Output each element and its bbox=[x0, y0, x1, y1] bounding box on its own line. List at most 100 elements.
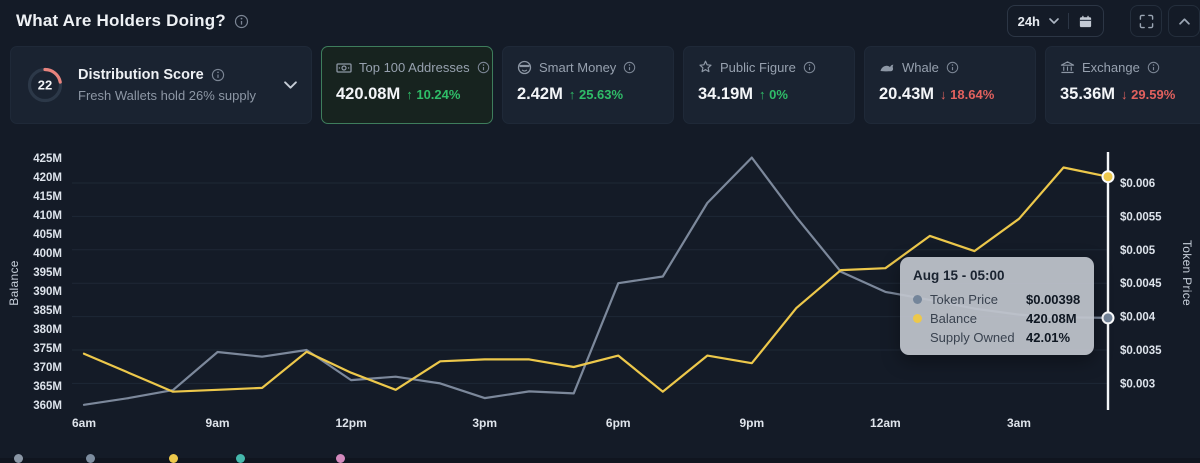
header-controls: 24h bbox=[1006, 5, 1200, 37]
info-icon[interactable] bbox=[946, 61, 959, 74]
arrow-down-icon: ↓ bbox=[940, 87, 947, 102]
score-gauge: 22 bbox=[27, 67, 63, 103]
money-icon bbox=[336, 61, 352, 75]
fullscreen-button[interactable] bbox=[1130, 5, 1162, 37]
chevron-down-icon bbox=[1049, 18, 1059, 24]
metric-label: Whale bbox=[902, 60, 939, 75]
crosshair-dot-balance bbox=[1101, 170, 1115, 184]
left-axis-tick: 370M bbox=[33, 362, 62, 374]
tooltip-value: 42.01% bbox=[1026, 330, 1071, 345]
token-price-axis-title: Token Price bbox=[1180, 240, 1194, 306]
legend-dot[interactable] bbox=[169, 454, 178, 463]
info-icon[interactable] bbox=[211, 68, 225, 82]
distribution-score-card[interactable]: 22 Distribution Score Fresh Wallets hold… bbox=[10, 46, 312, 124]
left-axis-tick: 390M bbox=[33, 286, 62, 298]
title-info-icon[interactable] bbox=[234, 14, 249, 29]
left-axis-tick: 410M bbox=[33, 210, 62, 222]
info-icon[interactable] bbox=[477, 61, 490, 74]
right-axis-tick: $0.003 bbox=[1120, 378, 1155, 390]
tooltip-row: Token Price $0.00398 bbox=[913, 292, 1081, 307]
metric-card-smart-money[interactable]: Smart Money 2.42M ↑ 25.63% bbox=[502, 46, 674, 124]
left-axis-tick: 400M bbox=[33, 248, 62, 260]
x-axis-tick: 12am bbox=[870, 416, 901, 430]
metric-card-exchange[interactable]: Exchange 35.36M ↓ 29.59% bbox=[1045, 46, 1200, 124]
x-axis-tick: 3pm bbox=[472, 416, 497, 430]
chevron-up-icon bbox=[1178, 17, 1190, 25]
tooltip-row: Balance 420.08M bbox=[913, 311, 1081, 326]
chart-legend[interactable] bbox=[0, 453, 1200, 463]
metric-value: 34.19M bbox=[698, 85, 754, 103]
right-axis-tick: $0.0055 bbox=[1120, 211, 1162, 223]
score-value: 22 bbox=[38, 78, 52, 93]
metric-label: Smart Money bbox=[539, 60, 617, 75]
x-axis-tick: 3am bbox=[1007, 416, 1031, 430]
arrow-up-icon: ↑ bbox=[759, 87, 766, 102]
legend-dot[interactable] bbox=[86, 454, 95, 463]
chevron-down-icon[interactable] bbox=[284, 81, 297, 89]
left-axis-tick: 405M bbox=[33, 229, 62, 241]
right-axis-tick: $0.0045 bbox=[1120, 278, 1162, 290]
left-axis-tick: 425M bbox=[33, 153, 62, 165]
chart-tooltip: Aug 15 - 05:00 Token Price $0.00398 Bala… bbox=[900, 257, 1094, 355]
metric-change: 18.64% bbox=[950, 87, 995, 102]
x-axis-tick: 9am bbox=[206, 416, 230, 430]
right-axis-tick: $0.005 bbox=[1120, 245, 1156, 257]
arrow-up-icon: ↑ bbox=[568, 87, 576, 102]
arrow-down-icon: ↓ bbox=[1121, 87, 1128, 102]
legend-dot[interactable] bbox=[236, 454, 245, 463]
x-axis-tick: 9pm bbox=[739, 416, 764, 430]
metric-value: 2.42M bbox=[517, 85, 563, 103]
tooltip-row: Supply Owned 42.01% bbox=[913, 330, 1081, 345]
metric-change: 0% bbox=[769, 87, 788, 102]
metric-value: 20.43M bbox=[879, 85, 935, 103]
metric-label: Exchange bbox=[1082, 60, 1140, 75]
page-title: What Are Holders Doing? bbox=[16, 11, 226, 30]
calendar-icon[interactable] bbox=[1078, 14, 1093, 29]
distribution-subtitle: Fresh Wallets hold 26% supply bbox=[78, 88, 256, 103]
info-icon[interactable] bbox=[623, 61, 636, 74]
tooltip-label: Supply Owned bbox=[930, 330, 1015, 345]
whale-icon bbox=[879, 61, 895, 74]
public-figure-icon bbox=[698, 60, 713, 75]
metric-value: 420.08M bbox=[336, 85, 401, 103]
left-axis-tick: 415M bbox=[33, 191, 62, 203]
timeframe-label: 24h bbox=[1017, 13, 1040, 29]
left-axis-tick: 365M bbox=[33, 381, 62, 393]
info-icon[interactable] bbox=[1147, 61, 1160, 74]
metric-cards-row: 22 Distribution Score Fresh Wallets hold… bbox=[10, 46, 1200, 124]
distribution-score-label: Distribution Score bbox=[78, 67, 204, 83]
divider bbox=[1068, 13, 1069, 29]
tooltip-label: Balance bbox=[930, 311, 977, 326]
header: What Are Holders Doing? 24h bbox=[0, 0, 1200, 42]
collapse-button[interactable] bbox=[1168, 5, 1200, 37]
metric-change: 25.63% bbox=[578, 87, 624, 102]
tooltip-title: Aug 15 - 05:00 bbox=[913, 268, 1005, 283]
metric-label: Public Figure bbox=[720, 60, 796, 75]
tooltip-value: 420.08M bbox=[1026, 311, 1077, 326]
fullscreen-icon bbox=[1139, 14, 1154, 29]
legend-dot[interactable] bbox=[336, 454, 345, 463]
x-axis-tick: 6am bbox=[72, 416, 96, 430]
metric-change: 29.59% bbox=[1131, 87, 1176, 102]
legend-dot[interactable] bbox=[14, 454, 23, 463]
crosshair-dot-token-price bbox=[1101, 311, 1115, 325]
balance-dot bbox=[913, 314, 922, 323]
metric-change: 10.24% bbox=[416, 87, 461, 102]
metric-card-public-figure[interactable]: Public Figure 34.19M ↑ 0% bbox=[683, 46, 855, 124]
timeframe-select[interactable]: 24h bbox=[1006, 5, 1104, 37]
holders-dashboard: { "header": { "title": "What Are Holders… bbox=[0, 0, 1200, 463]
metric-card-top-100-addresses[interactable]: Top 100 Addresses 420.08M ↑ 10.24% bbox=[321, 46, 493, 124]
x-axis-tick: 12pm bbox=[335, 416, 366, 430]
smart-money-icon bbox=[517, 60, 532, 75]
x-axis-tick: 6pm bbox=[606, 416, 631, 430]
tooltip-label: Token Price bbox=[930, 292, 998, 307]
left-axis-tick: 380M bbox=[33, 324, 62, 336]
left-axis-tick: 420M bbox=[33, 172, 62, 184]
metric-label: Top 100 Addresses bbox=[359, 60, 470, 75]
info-icon[interactable] bbox=[803, 61, 816, 74]
left-axis-tick: 360M bbox=[33, 400, 62, 412]
exchange-icon bbox=[1060, 60, 1075, 75]
metric-card-whale[interactable]: Whale 20.43M ↓ 18.64% bbox=[864, 46, 1036, 124]
balance-axis-title: Balance bbox=[7, 260, 21, 306]
token-price-dot bbox=[913, 295, 922, 304]
